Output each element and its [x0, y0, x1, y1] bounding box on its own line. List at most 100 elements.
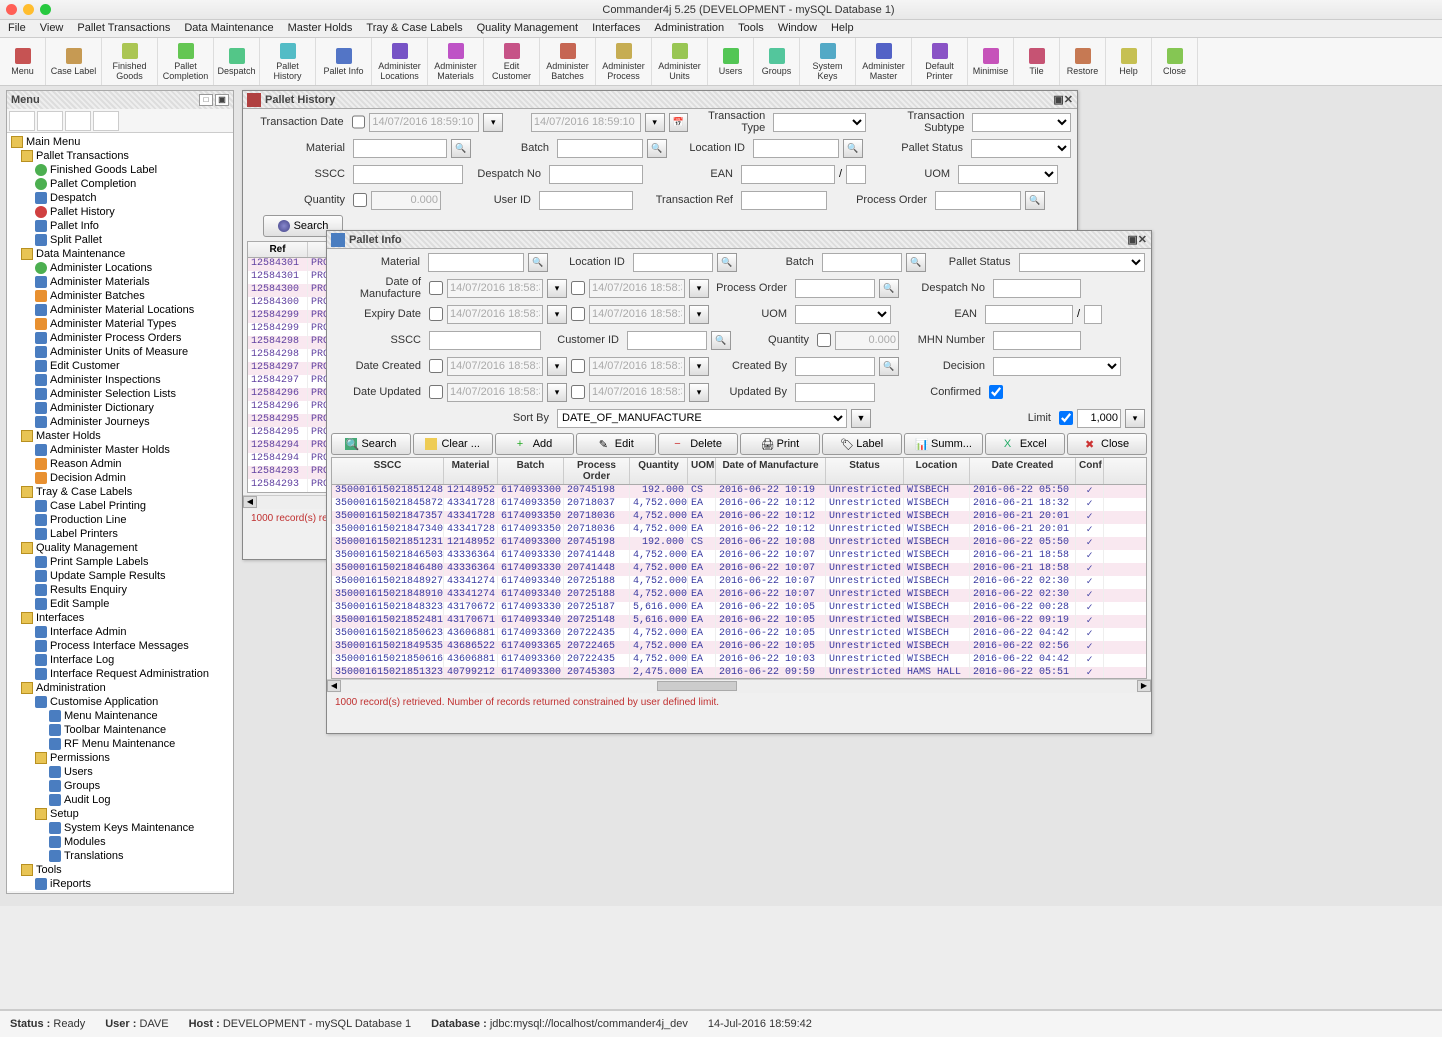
tree-item-despatch[interactable]: Despatch: [7, 191, 233, 205]
ph-trans-date-1[interactable]: [369, 113, 479, 132]
tree-item-administer-master-holds[interactable]: Administer Master Holds: [7, 443, 233, 457]
pi-max-icon[interactable]: ▣: [1127, 233, 1137, 246]
pi-cr2-cal-icon[interactable]: ▾: [689, 357, 709, 376]
pi-created-1[interactable]: [447, 357, 543, 376]
menu-view[interactable]: View: [40, 22, 64, 35]
pi-updated-1[interactable]: [447, 383, 543, 402]
close-window-icon[interactable]: [6, 4, 17, 15]
pi-limit-input[interactable]: [1077, 409, 1121, 428]
tree-item-main-menu[interactable]: Main Menu: [7, 135, 233, 149]
tree-item-decision-admin[interactable]: Decision Admin: [7, 471, 233, 485]
pi-col-batch[interactable]: Batch: [498, 458, 564, 484]
tree-btn-3[interactable]: [65, 111, 91, 131]
pi-col-process-order[interactable]: Process Order: [564, 458, 630, 484]
pi-col-uom[interactable]: UOM: [688, 458, 716, 484]
tree-item-administer-batches[interactable]: Administer Batches: [7, 289, 233, 303]
toolbar-help-button[interactable]: Help: [1106, 38, 1152, 85]
tree-item-production-line[interactable]: Production Line: [7, 513, 233, 527]
tree-item-administer-units-of-measure[interactable]: Administer Units of Measure: [7, 345, 233, 359]
ph-trans-date-2[interactable]: [531, 113, 641, 132]
pi-clear-button[interactable]: Clear ...: [413, 433, 493, 455]
ph-date2-spin-icon[interactable]: ▾: [645, 113, 665, 132]
pi-dom1-cal-icon[interactable]: ▾: [547, 279, 567, 298]
ph-trans-type-select[interactable]: [773, 113, 866, 132]
pi-despatch-input[interactable]: [993, 279, 1081, 298]
menu-panel-max-icon[interactable]: ▣: [215, 94, 229, 106]
ph-despatch-input[interactable]: [549, 165, 643, 184]
minimize-window-icon[interactable]: [23, 4, 34, 15]
menu-help[interactable]: Help: [831, 22, 854, 35]
toolbar-menu-button[interactable]: Menu: [0, 38, 46, 85]
pi-decision-select[interactable]: [993, 357, 1121, 376]
tree-item-tray-case-labels[interactable]: Tray & Case Labels: [7, 485, 233, 499]
pi-expiry-2[interactable]: [589, 305, 685, 324]
pi-batch-input[interactable]: [822, 253, 902, 272]
ph-scroll-left-icon[interactable]: ◀: [243, 496, 257, 508]
pi-col-date-created[interactable]: Date Created: [970, 458, 1076, 484]
menu-master-holds[interactable]: Master Holds: [288, 22, 353, 35]
pi-dom2-cal-icon[interactable]: ▾: [689, 279, 709, 298]
ph-material-lookup-icon[interactable]: 🔍: [451, 139, 471, 158]
toolbar-administer-process-button[interactable]: Administer Process: [596, 38, 652, 85]
toolbar-close-button[interactable]: Close: [1152, 38, 1198, 85]
pi-expiry-1[interactable]: [447, 305, 543, 324]
tree-item-pallet-info[interactable]: Pallet Info: [7, 219, 233, 233]
pi-sort-dir-icon[interactable]: ▼: [851, 409, 871, 428]
toolbar-case-label-button[interactable]: Case Label: [46, 38, 102, 85]
tree-item-rf-menu-maintenance[interactable]: RF Menu Maintenance: [7, 737, 233, 751]
pi-exp2-cal-icon[interactable]: ▾: [689, 305, 709, 324]
tree-item-administer-locations[interactable]: Administer Locations: [7, 261, 233, 275]
tree-btn-4[interactable]: [93, 111, 119, 131]
tree-item-administer-journeys[interactable]: Administer Journeys: [7, 415, 233, 429]
table-row[interactable]: 3500016150218506164360688161740933602072…: [332, 654, 1146, 667]
menu-administration[interactable]: Administration: [654, 22, 724, 35]
tree-item-print-sample-labels[interactable]: Print Sample Labels: [7, 555, 233, 569]
pi-close-icon[interactable]: ✕: [1138, 233, 1147, 246]
menu-quality-management[interactable]: Quality Management: [477, 22, 579, 35]
pi-updated-by-input[interactable]: [795, 383, 875, 402]
tree-item-split-pallet[interactable]: Split Pallet: [7, 233, 233, 247]
toolbar-groups-button[interactable]: Groups: [754, 38, 800, 85]
tree-item-finished-goods-label[interactable]: Finished Goods Label: [7, 163, 233, 177]
tree-item-process-interface-messages[interactable]: Process Interface Messages: [7, 639, 233, 653]
menu-interfaces[interactable]: Interfaces: [592, 22, 640, 35]
menu-pallet-transactions[interactable]: Pallet Transactions: [77, 22, 170, 35]
menu-tree[interactable]: Main MenuPallet TransactionsFinished Goo…: [7, 133, 233, 891]
ph-close-icon[interactable]: ✕: [1064, 93, 1073, 106]
ph-qty-input[interactable]: [371, 191, 441, 210]
pi-expiry-check2[interactable]: [571, 307, 585, 321]
toolbar-pallet-history-button[interactable]: Pallet History: [260, 38, 316, 85]
pi-material-input[interactable]: [428, 253, 524, 272]
tree-item-system-keys-maintenance[interactable]: System Keys Maintenance: [7, 821, 233, 835]
pi-qty-check[interactable]: [817, 333, 831, 347]
tree-item-ireports[interactable]: iReports: [7, 877, 233, 891]
toolbar-administer-units-button[interactable]: Administer Units: [652, 38, 708, 85]
pi-batch-lookup-icon[interactable]: 🔍: [906, 253, 926, 272]
ph-ean-var-input[interactable]: [846, 165, 866, 184]
tree-item-administer-dictionary[interactable]: Administer Dictionary: [7, 401, 233, 415]
pi-expiry-check1[interactable]: [429, 307, 443, 321]
table-row[interactable]: 3500016150218512481214895261740933002074…: [332, 485, 1146, 498]
menu-file[interactable]: File: [8, 22, 26, 35]
tree-item-administer-material-types[interactable]: Administer Material Types: [7, 317, 233, 331]
menu-tray-case-labels[interactable]: Tray & Case Labels: [366, 22, 462, 35]
pi-close-button[interactable]: ✖Close: [1067, 433, 1147, 455]
ph-max-icon[interactable]: ▣: [1053, 93, 1063, 106]
pi-created-check1[interactable]: [429, 359, 443, 373]
table-row[interactable]: 3500016150218473404334172861740933502071…: [332, 524, 1146, 537]
pi-po-input[interactable]: [795, 279, 875, 298]
ph-trans-sub-select[interactable]: [972, 113, 1071, 132]
table-row[interactable]: 3500016150218489274334127461740933402072…: [332, 576, 1146, 589]
pi-scroll-left-icon[interactable]: ◀: [327, 680, 341, 692]
tree-item-results-enquiry[interactable]: Results Enquiry: [7, 583, 233, 597]
toolbar-administer-locations-button[interactable]: Administer Locations: [372, 38, 428, 85]
pi-add-button[interactable]: +Add: [495, 433, 575, 455]
pi-limit-spin-icon[interactable]: ▾: [1125, 409, 1145, 428]
pi-print-button[interactable]: 🖨Print: [740, 433, 820, 455]
pi-po-lookup-icon[interactable]: 🔍: [879, 279, 899, 298]
toolbar-default-printer-button[interactable]: Default Printer: [912, 38, 968, 85]
ph-user-input[interactable]: [539, 191, 633, 210]
tree-item-modules[interactable]: Modules: [7, 835, 233, 849]
pi-limit-check[interactable]: [1059, 411, 1073, 425]
ph-material-input[interactable]: [353, 139, 447, 158]
